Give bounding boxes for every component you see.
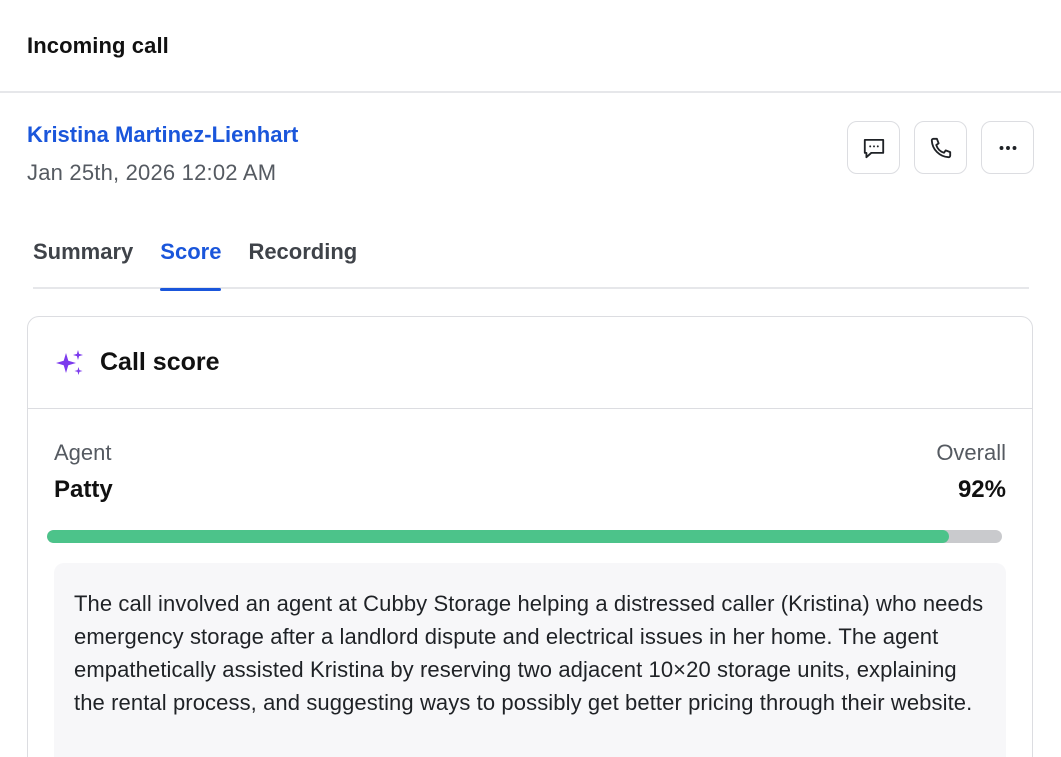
call-score-card: Call score Agent Patty Overall 92% The c… <box>27 316 1033 757</box>
contact-info: Kristina Martinez-Lienhart Jan 25th, 202… <box>27 122 298 186</box>
message-button[interactable] <box>847 121 900 174</box>
agent-label: Agent <box>54 440 112 465</box>
sparkles-icon <box>56 349 83 375</box>
call-datetime: Jan 25th, 2026 12:02 AM <box>27 160 277 185</box>
overall-block: Overall 92% <box>936 440 1006 504</box>
agent-block: Agent Patty <box>54 440 113 504</box>
more-horizontal-icon <box>999 145 1016 150</box>
phone-icon <box>930 137 951 158</box>
agent-name: Patty <box>54 476 113 503</box>
overall-label: Overall <box>936 440 1006 465</box>
score-summary-row: Agent Patty Overall 92% <box>54 440 1006 504</box>
call-button[interactable] <box>914 121 967 174</box>
message-icon <box>863 138 884 158</box>
panel-title: Incoming call <box>27 32 169 58</box>
card-header: Call score <box>28 317 1032 409</box>
tab-summary[interactable]: Summary <box>33 236 133 289</box>
tab-recording[interactable]: Recording <box>248 236 357 289</box>
more-button[interactable] <box>981 121 1034 174</box>
action-buttons <box>847 121 1034 174</box>
panel-header: Incoming call <box>0 0 1061 93</box>
tab-bar: Summary Score Recording <box>33 236 1029 291</box>
tab-score[interactable]: Score <box>160 236 222 291</box>
call-summary-text: The call involved an agent at Cubby Stor… <box>74 591 984 715</box>
overall-score: 92% <box>957 476 1006 503</box>
contact-name-link[interactable]: Kristina Martinez-Lienhart <box>27 122 298 148</box>
call-summary-box: The call involved an agent at Cubby Stor… <box>54 563 1006 757</box>
score-progress-bar <box>47 530 1002 543</box>
card-title: Call score <box>100 348 220 376</box>
score-progress-fill <box>47 530 950 543</box>
